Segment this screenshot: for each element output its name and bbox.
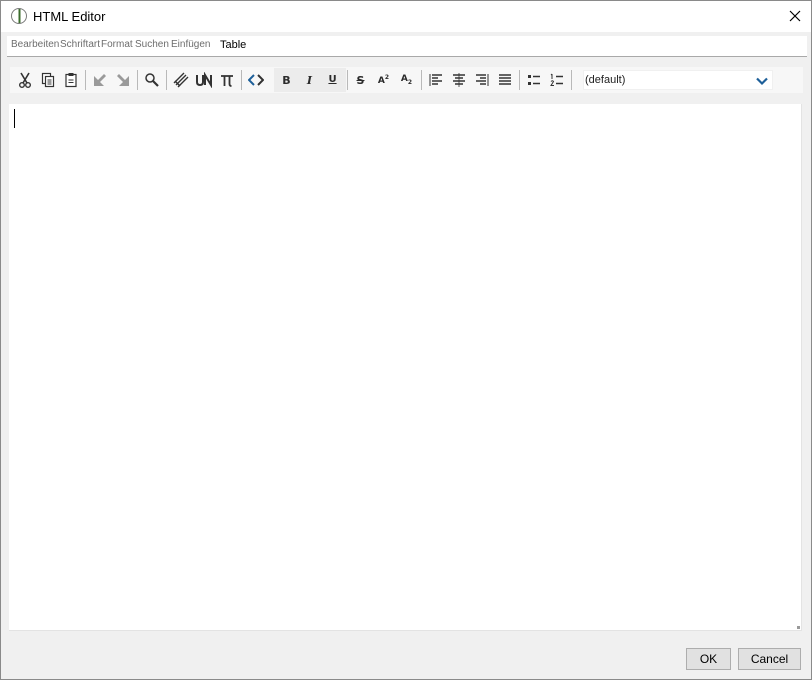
symbol-button[interactable] [216,69,237,91]
redo-icon [116,74,129,86]
undo-button[interactable] [89,69,110,91]
subscript-icon: A2 [400,73,413,86]
unlink-icon [195,72,212,88]
italic-button[interactable]: I [299,69,320,91]
subscript-button[interactable]: A2 [396,69,417,91]
hyperlink-icon [173,72,188,88]
paste-icon [64,73,77,88]
app-icon [11,8,27,24]
align-center-button[interactable] [448,69,469,91]
bold-button[interactable]: B [276,69,297,91]
align-left-button[interactable] [425,69,446,91]
menu-table[interactable]: Table [220,39,246,51]
source-code-icon [247,74,264,86]
numbered-list-button[interactable] [546,69,567,91]
redo-button[interactable] [112,69,133,91]
toolbar-separator [421,70,422,90]
search-button[interactable] [141,69,162,91]
bullet-list-button[interactable] [523,69,544,91]
align-left-icon [429,74,442,86]
strikethrough-button[interactable]: S [350,69,371,91]
source-code-button[interactable] [245,69,266,91]
html-editor-window: HTML Editor Bearbeiten Schriftart Format… [0,0,812,680]
menu-bearbeiten[interactable]: Bearbeiten [11,39,59,50]
align-right-button[interactable] [471,69,492,91]
ok-button[interactable]: OK [686,648,731,670]
menu-bar: Bearbeiten Schriftart Format Suchen Einf… [7,36,807,57]
align-right-icon [475,74,488,86]
underline-button[interactable]: U [322,69,343,91]
font-family-select[interactable]: (default) [583,70,773,90]
close-button[interactable] [779,1,811,31]
toolbar-separator [166,70,167,90]
copy-icon [41,72,54,88]
hyperlink-button[interactable] [170,69,191,91]
bullet-list-icon [527,75,540,85]
toolbar-separator [347,70,348,90]
superscript-button[interactable]: A2 [373,69,394,91]
cut-button[interactable] [14,69,35,91]
align-justify-button[interactable] [494,69,515,91]
toolbar-separator [137,70,138,90]
menu-format[interactable]: Format [101,39,133,50]
bold-icon: B [282,73,291,87]
symbol-pi-icon [220,75,233,87]
font-select-value: (default) [585,74,626,86]
search-icon [144,73,159,87]
menu-suchen[interactable]: Suchen [135,39,169,50]
underline-icon: U [328,74,337,85]
editor-content-area[interactable] [9,104,802,631]
cut-icon [18,72,31,88]
strikethrough-icon: S [356,73,365,87]
unlink-button[interactable] [193,69,214,91]
toolbar: B I U S A2 A2 (default) [10,67,803,93]
paste-button[interactable] [60,69,81,91]
toolbar-separator [571,70,572,90]
toolbar-separator [85,70,86,90]
superscript-icon: A2 [377,73,390,86]
chevron-down-icon [756,77,768,86]
align-justify-icon [498,74,511,85]
close-icon [789,10,801,22]
align-center-icon [452,73,465,87]
undo-icon [93,74,106,86]
window-title: HTML Editor [33,9,106,24]
cancel-button[interactable]: Cancel [738,648,801,670]
numbered-list-icon [549,73,563,86]
italic-icon: I [306,73,313,87]
title-bar: HTML Editor [1,1,811,32]
copy-button[interactable] [37,69,58,91]
toolbar-separator [519,70,520,90]
text-caret [14,109,15,128]
resize-grip[interactable] [797,626,800,629]
menu-einfuegen[interactable]: Einfügen [171,39,210,50]
toolbar-separator [241,70,242,90]
menu-schriftart[interactable]: Schriftart [60,39,100,50]
